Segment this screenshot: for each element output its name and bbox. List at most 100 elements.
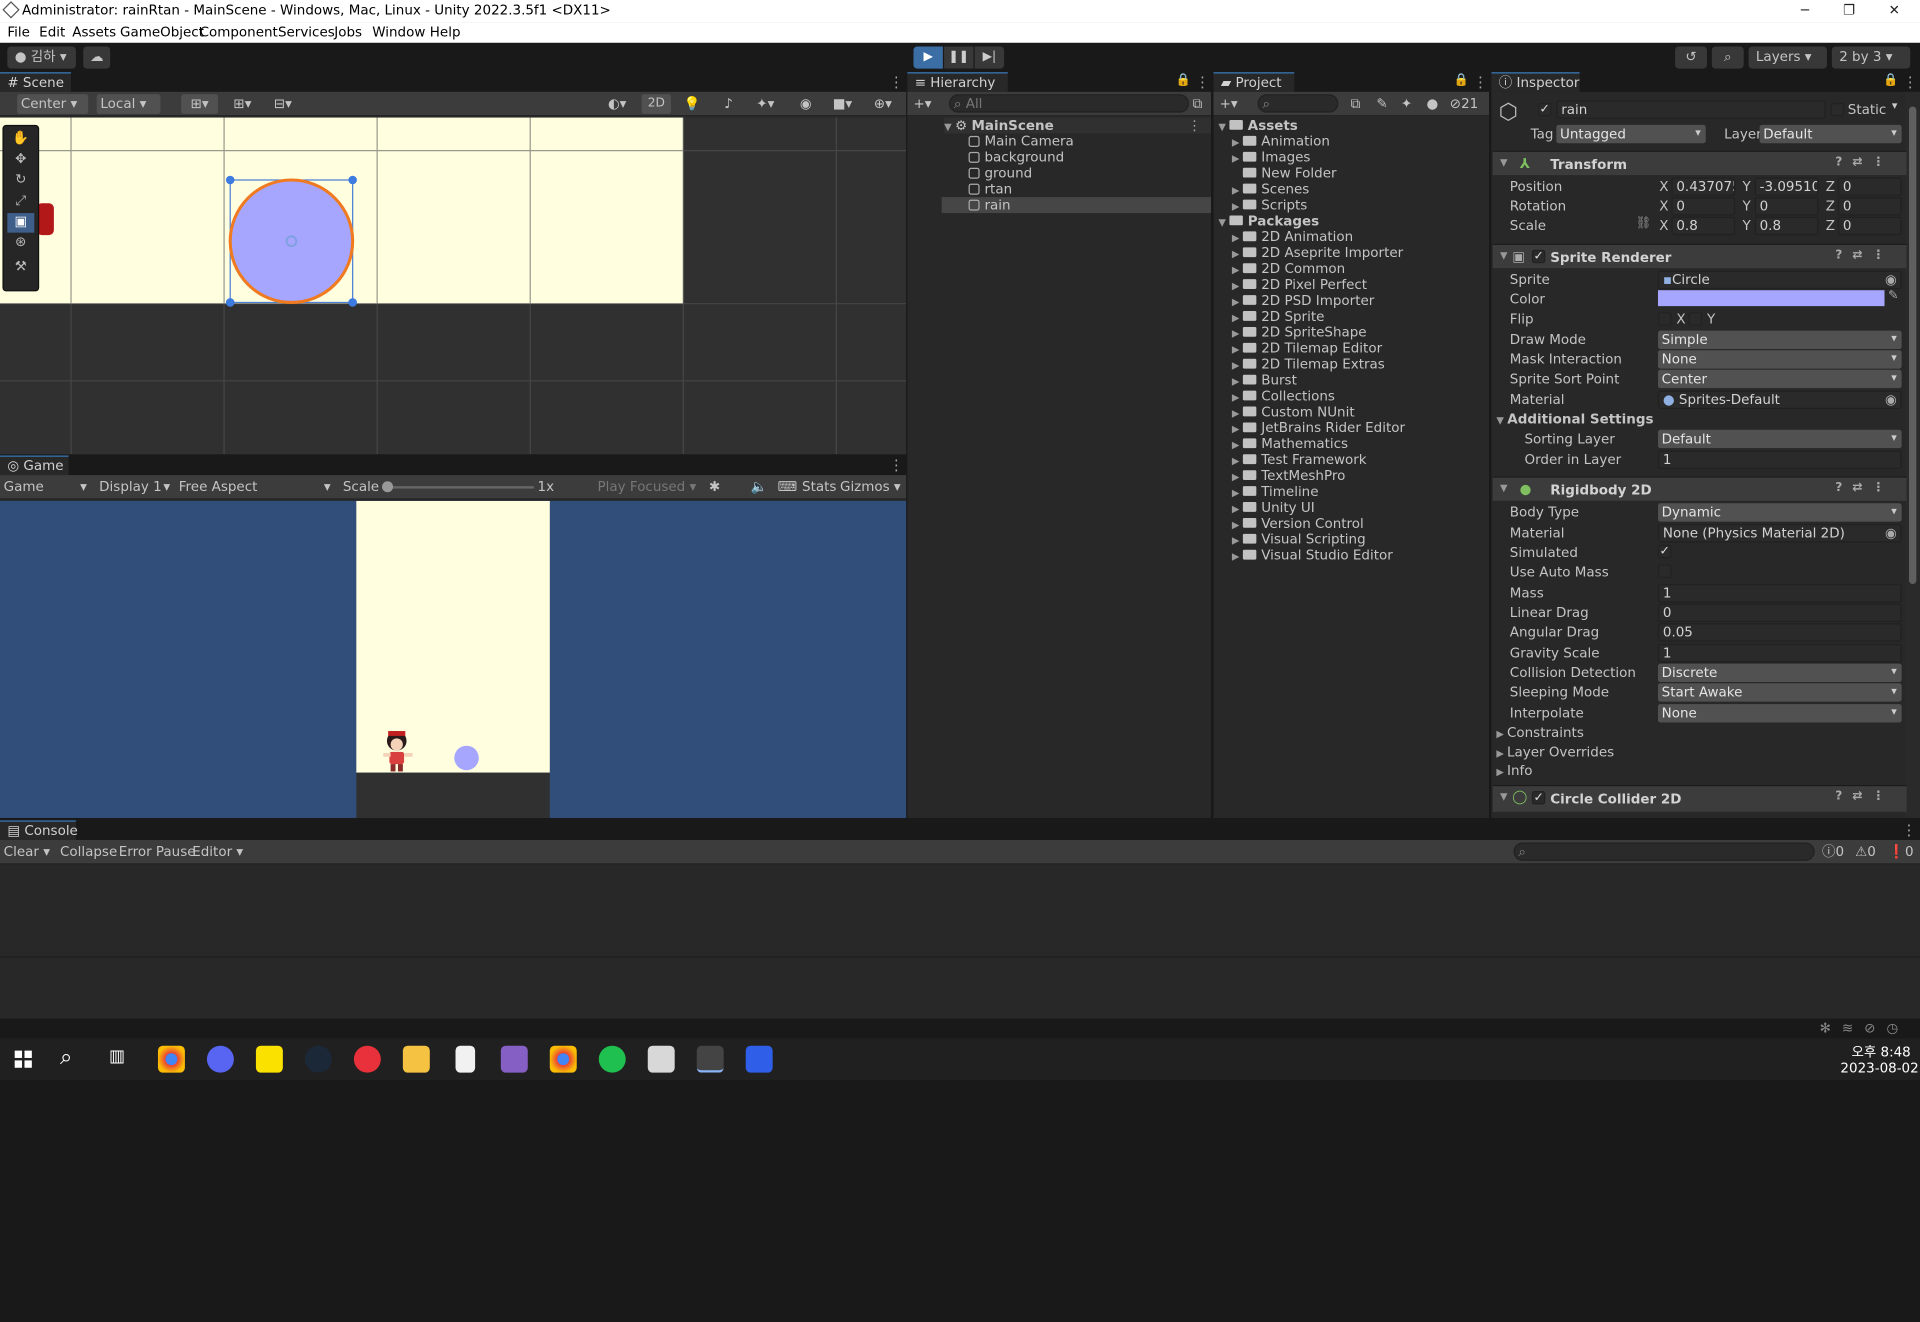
menu-help[interactable]: Help [430,24,461,40]
list-item[interactable]: ▶ 2D SpriteShape [1232,324,1367,340]
rigidbody-header[interactable]: ▼ ● Rigidbody 2D ?⇄⋮ [1492,476,1907,501]
view-dropdown[interactable]: Game ▾ [4,478,90,498]
rotation-y-field[interactable]: 0 [1754,197,1819,216]
list-item[interactable]: ground [968,165,1032,181]
cloud-button[interactable]: ☁ [83,46,111,69]
notepad-icon[interactable] [455,1045,476,1073]
list-item[interactable]: ▶ Scripts [1232,197,1307,213]
file-explorer-icon[interactable] [402,1045,430,1073]
tab-project[interactable]: ▰ Project [1213,72,1295,92]
body-type-dropdown[interactable]: Dynamic [1657,503,1902,522]
hidden-packages-toggle[interactable]: ⊘21 [1450,94,1487,114]
rect-tool[interactable]: ▣ [7,213,35,233]
layer-overrides-foldout[interactable]: ▶ Layer Overrides [1496,744,1614,760]
more-icon[interactable]: ⋮ [1473,73,1488,90]
app-icon[interactable] [353,1045,381,1073]
list-item[interactable]: ▶ Images [1232,149,1311,165]
layout-dropdown[interactable]: 2 by 3 ▾ [1831,46,1911,69]
log-toggle[interactable]: ⓘ0 [1822,842,1851,862]
transform-tool[interactable]: ⊛ [7,234,34,254]
list-item[interactable]: background [968,149,1064,165]
info-foldout[interactable]: ▶ Info [1496,763,1532,779]
list-item[interactable]: ▶ Scenes [1232,181,1309,197]
warning-toggle[interactable]: ⚠0 [1855,842,1884,862]
position-z-field[interactable]: 0 [1837,177,1902,196]
game-viewport[interactable] [0,500,907,818]
grid-visibility-button[interactable]: ⊞▾ [224,94,261,114]
hierarchy-search-input[interactable]: ⌕ All [948,94,1189,113]
grid-snap-button[interactable]: ⊞▾ [181,94,218,114]
inspector-scrollbar[interactable] [1905,91,1920,818]
tab-hierarchy[interactable]: ≡ Hierarchy [907,72,1008,92]
steam-icon[interactable] [304,1045,332,1073]
menu-component[interactable]: Component [200,24,278,40]
list-item[interactable]: ▶ 2D Tilemap Editor [1232,340,1382,356]
menu-gameobject[interactable]: GameObject [120,24,204,40]
list-item[interactable]: ▶ 2D Pixel Perfect [1232,277,1367,293]
tab-scene[interactable]: # Scene [0,72,72,92]
list-item[interactable]: ▶ 2D PSD Importer [1232,293,1374,309]
list-item[interactable]: ▶ Visual Scripting [1232,531,1366,547]
favorite-button[interactable]: ✦ [1401,94,1416,114]
effects-button[interactable]: ✦▾ [747,94,784,114]
collapse-toggle[interactable]: Collapse [60,842,117,862]
component-actions[interactable]: ?⇄⋮ [1835,249,1894,262]
auto-mass-checkbox[interactable] [1657,564,1672,578]
menu-edit[interactable]: Edit [39,24,65,40]
task-view-icon[interactable]: ▥ [109,1047,125,1067]
list-item[interactable]: ▶ Unity UI [1232,500,1315,516]
linear-drag-field[interactable]: 0 [1657,603,1902,623]
active-checkbox[interactable]: ✓ [1537,102,1552,117]
scene-visibility-button[interactable]: ⧉ [1193,94,1208,114]
tab-console[interactable]: ▤ Console [0,820,78,841]
clear-button[interactable]: Clear ▾ [4,842,53,862]
menu-jobs[interactable]: Jobs [334,24,362,40]
lock-icon[interactable]: 🔒 [1883,73,1898,86]
play-focused-dropdown[interactable]: Play Focused ▾ [598,478,701,498]
list-item[interactable]: ▶ 2D Aseprite Importer [1232,245,1403,261]
windows-start-icon[interactable] [14,1050,32,1068]
tag-dropdown[interactable]: Untagged [1556,124,1706,144]
scene-viewport[interactable]: ✋ ✥ ↻ ⤢ ▣ ⊛ ⚒ [0,117,907,455]
close-button[interactable]: ✕ [1872,0,1916,22]
assets-folder[interactable]: ▼ Assets [1218,118,1297,134]
list-item[interactable]: ▶ Test Framework [1232,452,1367,468]
list-item[interactable]: ▶ 2D Tilemap Extras [1232,356,1385,372]
packages-folder[interactable]: ▼ Packages [1218,213,1319,229]
frame-debugger-button[interactable]: ✱ [709,478,726,498]
maximize-button[interactable]: ❐ [1827,0,1871,22]
lock-icon[interactable]: 🔒 [1176,73,1191,86]
component-actions[interactable]: ?⇄⋮ [1835,481,1894,494]
flip-y-checkbox[interactable] [1688,312,1703,326]
list-item[interactable]: ▶ TextMeshPro [1232,468,1345,484]
scale-x-field[interactable]: 0.8 [1671,216,1736,236]
play-button[interactable]: ▶ [913,46,943,69]
chrome-icon[interactable] [549,1045,577,1073]
more-icon[interactable]: ⋮ [889,457,904,474]
step-button[interactable]: ▶| [974,46,1005,69]
eyedropper-icon[interactable]: ✎ [1888,289,1898,302]
list-item[interactable]: ▶ Custom NUnit [1232,404,1355,420]
scene-root-item[interactable]: ▼ ⚙ MainScene ⋮ [944,117,1212,134]
app-icon[interactable] [745,1045,773,1073]
scale-y-field[interactable]: 0.8 [1754,216,1819,236]
stats-button[interactable]: Stats [802,478,836,498]
list-item[interactable]: rtan [968,181,1012,197]
order-in-layer-field[interactable]: 1 [1657,450,1902,469]
sprite-field[interactable]: ▪Circle ◉ [1657,270,1902,289]
clock-date[interactable]: 2023-08-02 [1840,1060,1918,1076]
more-icon[interactable]: ⋮ [1903,73,1918,90]
list-item[interactable]: ▶ Burst [1232,372,1297,388]
mask-interaction-dropdown[interactable]: None [1657,350,1902,369]
error-pause-toggle[interactable]: Error Pause [119,842,196,862]
sorting-layer-dropdown[interactable]: Default [1657,429,1902,449]
shading-mode-button[interactable]: ◐▾ [600,94,634,114]
component-actions[interactable]: ?⇄⋮ [1835,790,1894,803]
tab-inspector[interactable]: ⓘ Inspector [1491,72,1580,92]
object-name-field[interactable]: rain [1556,100,1826,119]
list-item[interactable]: ▶ 2D Common [1232,261,1345,277]
list-item-selected[interactable]: rain [941,197,1212,214]
sleeping-mode-dropdown[interactable]: Start Awake [1657,683,1902,702]
space-dropdown[interactable]: Local ▾ [96,94,161,114]
rb-material-field[interactable]: None (Physics Material 2D) ◉ [1657,524,1902,543]
